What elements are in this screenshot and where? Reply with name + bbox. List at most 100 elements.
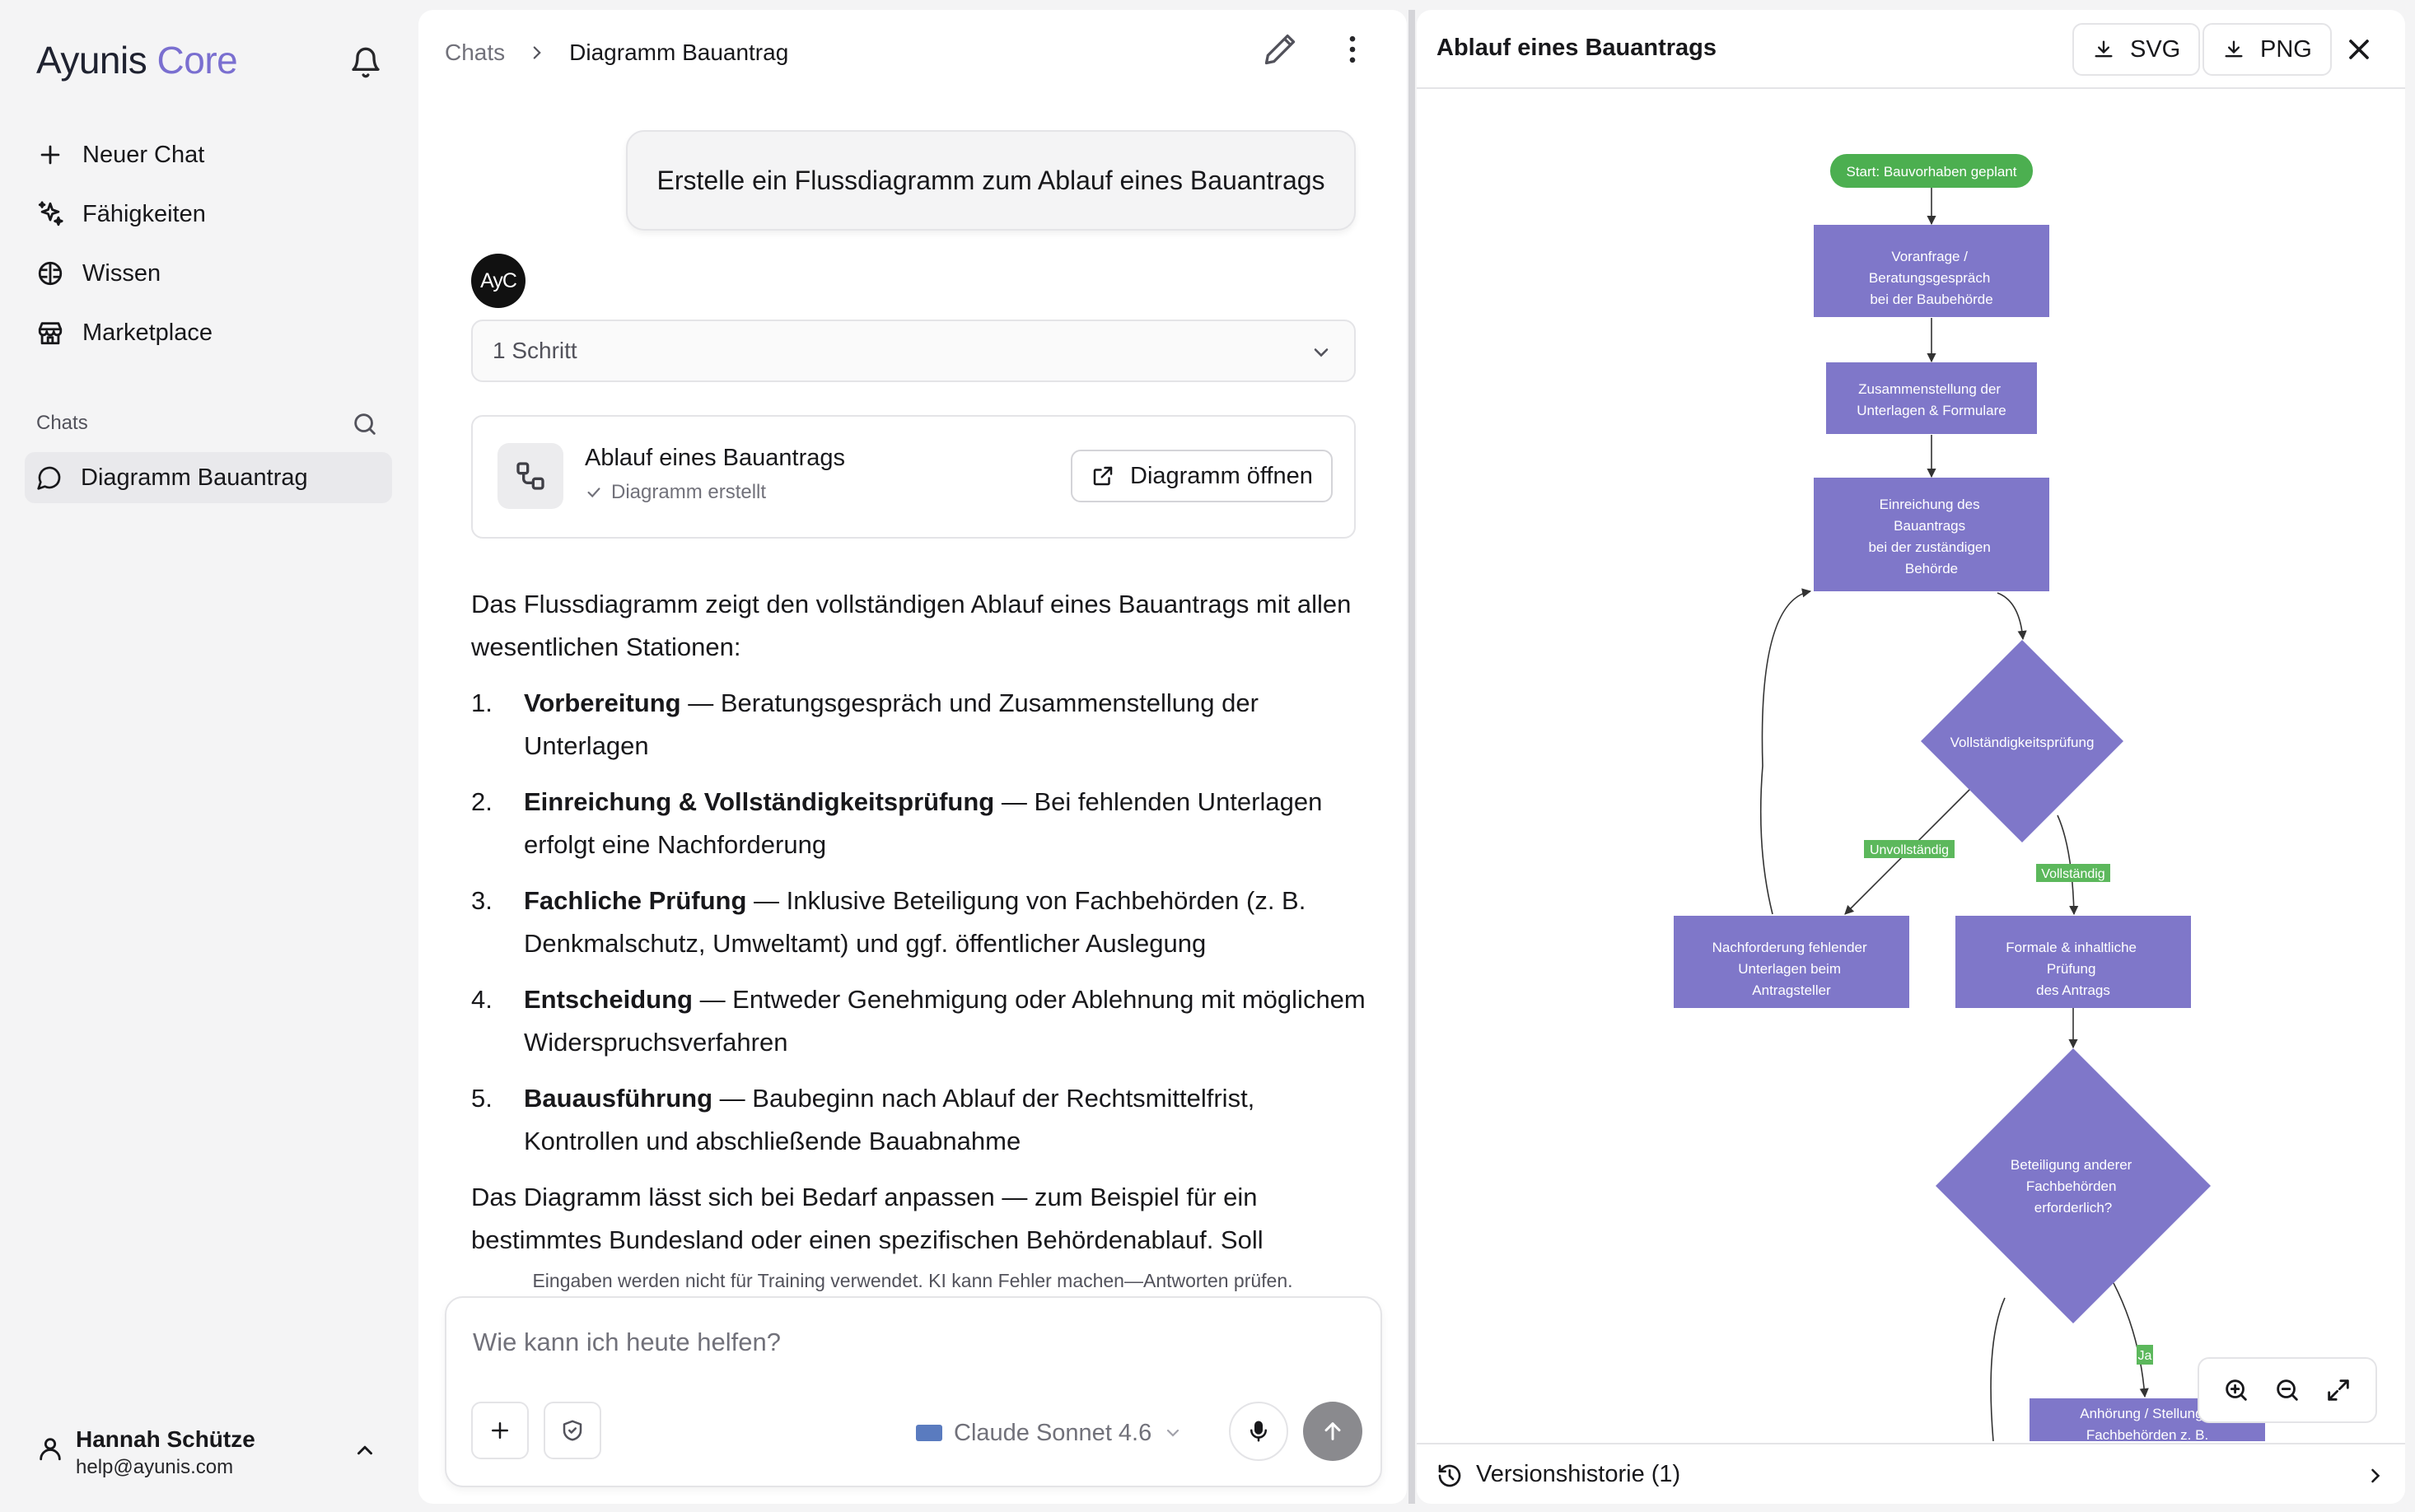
answer-intro: Das Flussdiagramm zeigt den vollständige… bbox=[471, 590, 1352, 661]
plus-icon bbox=[492, 1422, 508, 1439]
zoom-in-button[interactable] bbox=[2220, 1374, 2253, 1407]
nav-label: Neuer Chat bbox=[82, 141, 205, 168]
history-icon bbox=[1438, 1464, 1461, 1487]
download-icon bbox=[2225, 40, 2243, 58]
steps-label: 1 Schritt bbox=[493, 338, 577, 363]
nav-label: Wissen bbox=[82, 259, 161, 287]
sidebar-chat-item[interactable]: Diagramm Bauantrag bbox=[25, 452, 392, 503]
edge-label-vollstaendig: Vollständig bbox=[2036, 864, 2110, 882]
open-diagram-button[interactable]: Diagramm öffnen bbox=[1071, 450, 1333, 502]
add-attachment-button[interactable] bbox=[471, 1402, 529, 1459]
expand-icon bbox=[2328, 1379, 2349, 1401]
list-item-title: Entscheidung bbox=[524, 985, 693, 1014]
download-icon bbox=[2095, 40, 2113, 58]
message-circle-icon bbox=[37, 466, 61, 490]
disclaimer: Eingaben werden nicht für Training verwe… bbox=[532, 1270, 1293, 1291]
list-item-title: Fachliche Prüfung bbox=[524, 886, 747, 915]
chevron-right-icon bbox=[533, 46, 541, 59]
chat-panel: Chats Diagramm Bauantrag Erstelle ein Fl… bbox=[418, 10, 1407, 1504]
list-item: 2. Einreichung & Vollständigkeitsprüfung … bbox=[471, 781, 1369, 866]
chevron-right-icon bbox=[2371, 1468, 2380, 1483]
pencil-icon[interactable] bbox=[1262, 31, 1298, 68]
node-voranfrage[interactable]: Voranfrage / Beratungsgespräch bei der B… bbox=[1814, 225, 2049, 317]
user-message-text: Erstelle ein Flussdiagramm zum Ablauf ei… bbox=[656, 165, 1325, 195]
external-link-icon bbox=[1093, 466, 1113, 486]
list-number: 2. bbox=[471, 787, 493, 816]
answer-list: 1. Vorbereitung — Beratungsgespräch und Z… bbox=[471, 682, 1369, 1163]
svg-text:Vollständig: Vollständig bbox=[2041, 867, 2104, 881]
decision-fachbehoerden[interactable]: Beteiligung anderer Fachbehörden erforde… bbox=[1936, 1048, 2211, 1323]
png-label: PNG bbox=[2260, 35, 2312, 63]
node-pruefung[interactable]: Formale & inhaltliche Prüfung des Antrag… bbox=[1955, 916, 2191, 1008]
brain-icon bbox=[38, 261, 63, 286]
microphone-button[interactable] bbox=[1229, 1402, 1288, 1461]
version-history[interactable]: Versionshistorie (1) bbox=[1417, 1443, 2405, 1504]
close-icon[interactable] bbox=[2343, 33, 2375, 66]
list-item: 1. Vorbereitung — Beratungsgespräch und Z… bbox=[471, 682, 1369, 768]
zoom-out-icon bbox=[2277, 1379, 2298, 1401]
flowchart-svg: Start: Bauvorhaben geplant Voranfrage / … bbox=[1674, 154, 2265, 1441]
store-icon bbox=[38, 322, 63, 345]
edge-n4-n3 bbox=[1759, 588, 1812, 915]
steps-dropdown[interactable]: 1 Schritt bbox=[471, 320, 1356, 382]
breadcrumb-chats[interactable]: Chats bbox=[445, 40, 505, 66]
edge-label-ja: Ja bbox=[2137, 1345, 2153, 1365]
nav-label: Fähigkeiten bbox=[82, 200, 206, 227]
panel-resize-handle[interactable] bbox=[1408, 10, 1415, 1504]
app-logo[interactable]: Ayunis Core bbox=[36, 38, 238, 82]
zoom-out-button[interactable] bbox=[2271, 1374, 2304, 1407]
diagram-title: Ablauf eines Bauantrags bbox=[1436, 35, 1717, 61]
list-item: 4. Entscheidung — Entweder Genehmigung od… bbox=[471, 978, 1369, 1064]
nav-skills[interactable]: Fähigkeiten bbox=[25, 188, 392, 240]
tool-card-status: Diagramm erstellt bbox=[585, 481, 766, 504]
node-nachforderung[interactable]: Nachforderung fehlender Unterlagen beim … bbox=[1674, 916, 1909, 1008]
svg-text:Unvollständig: Unvollständig bbox=[1870, 843, 1949, 857]
node-einreichung[interactable]: Einreichung des Bauantrags bei der zustä… bbox=[1814, 478, 2049, 591]
download-svg-button[interactable]: SVG bbox=[2072, 23, 2201, 76]
user-menu[interactable]: Hannah Schütze help@ayunis.com bbox=[36, 1421, 390, 1479]
user-message-bubble: Erstelle ein Flussdiagramm zum Ablauf ei… bbox=[626, 130, 1356, 231]
search-icon[interactable] bbox=[351, 410, 379, 438]
nav-new-chat[interactable]: Neuer Chat bbox=[25, 128, 392, 181]
brand-name: Ayunis bbox=[36, 39, 147, 82]
eu-flag-icon bbox=[916, 1425, 942, 1441]
plus-icon bbox=[40, 145, 60, 165]
zoom-controls bbox=[2198, 1357, 2377, 1423]
chevron-down-icon bbox=[1167, 1429, 1179, 1437]
decision-vollstaendigkeit[interactable]: Vollständigkeitsprüfung bbox=[1921, 640, 2123, 842]
send-button[interactable] bbox=[1303, 1402, 1362, 1461]
nav-knowledge[interactable]: Wissen bbox=[25, 247, 392, 300]
chat-item-label: Diagramm Bauantrag bbox=[81, 464, 308, 491]
arrow-up-icon bbox=[1324, 1422, 1341, 1440]
edge-d2-n6 bbox=[2113, 1282, 2149, 1398]
shield-check-icon bbox=[563, 1420, 582, 1441]
breadcrumb: Chats Diagramm Bauantrag bbox=[445, 28, 788, 77]
chevron-up-icon[interactable] bbox=[353, 1438, 377, 1463]
chats-section-label: Chats bbox=[36, 412, 88, 434]
decision-vollstaendigkeit-label: Vollständigkeitsprüfung bbox=[1950, 735, 2095, 750]
sidebar: Ayunis Core Neuer Chat Fähigkeiten Wisse… bbox=[0, 0, 417, 1512]
svg-text:Ja: Ja bbox=[2138, 1349, 2152, 1363]
nav-marketplace[interactable]: Marketplace bbox=[25, 306, 392, 359]
download-png-button[interactable]: PNG bbox=[2202, 23, 2332, 76]
list-item: 5. Bauausführung — Baubeginn nach Ablauf … bbox=[471, 1077, 1369, 1163]
tool-card-title: Ablauf eines Bauantrags bbox=[585, 445, 845, 471]
diagram-tool-card: Ablauf eines Bauantrags Diagramm erstell… bbox=[471, 415, 1356, 539]
chevron-down-icon bbox=[1314, 348, 1329, 357]
node-zusammenstellung[interactable]: Zusammenstellung der Unterlagen & Formul… bbox=[1826, 362, 2037, 434]
composer: Claude Sonnet 4.6 bbox=[445, 1296, 1382, 1487]
start-node[interactable]: Start: Bauvorhaben geplant bbox=[1830, 154, 2033, 188]
model-selector[interactable]: Claude Sonnet 4.6 bbox=[916, 1416, 1183, 1449]
check-icon bbox=[587, 488, 600, 498]
bell-icon[interactable] bbox=[349, 46, 382, 79]
tool-status-text: Diagramm erstellt bbox=[611, 481, 767, 503]
fullscreen-button[interactable] bbox=[2322, 1374, 2355, 1407]
user-name: Hannah Schütze bbox=[76, 1426, 255, 1452]
more-vertical-icon[interactable] bbox=[1334, 31, 1371, 68]
chat-input[interactable] bbox=[473, 1328, 1346, 1357]
list-number: 1. bbox=[471, 688, 493, 717]
flowchart-canvas[interactable]: Start: Bauvorhaben geplant Voranfrage / … bbox=[1417, 91, 2405, 1441]
brand-accent: Core bbox=[156, 39, 238, 82]
privacy-shield-button[interactable] bbox=[544, 1402, 601, 1459]
edge-d2-other bbox=[1990, 1297, 2006, 1441]
